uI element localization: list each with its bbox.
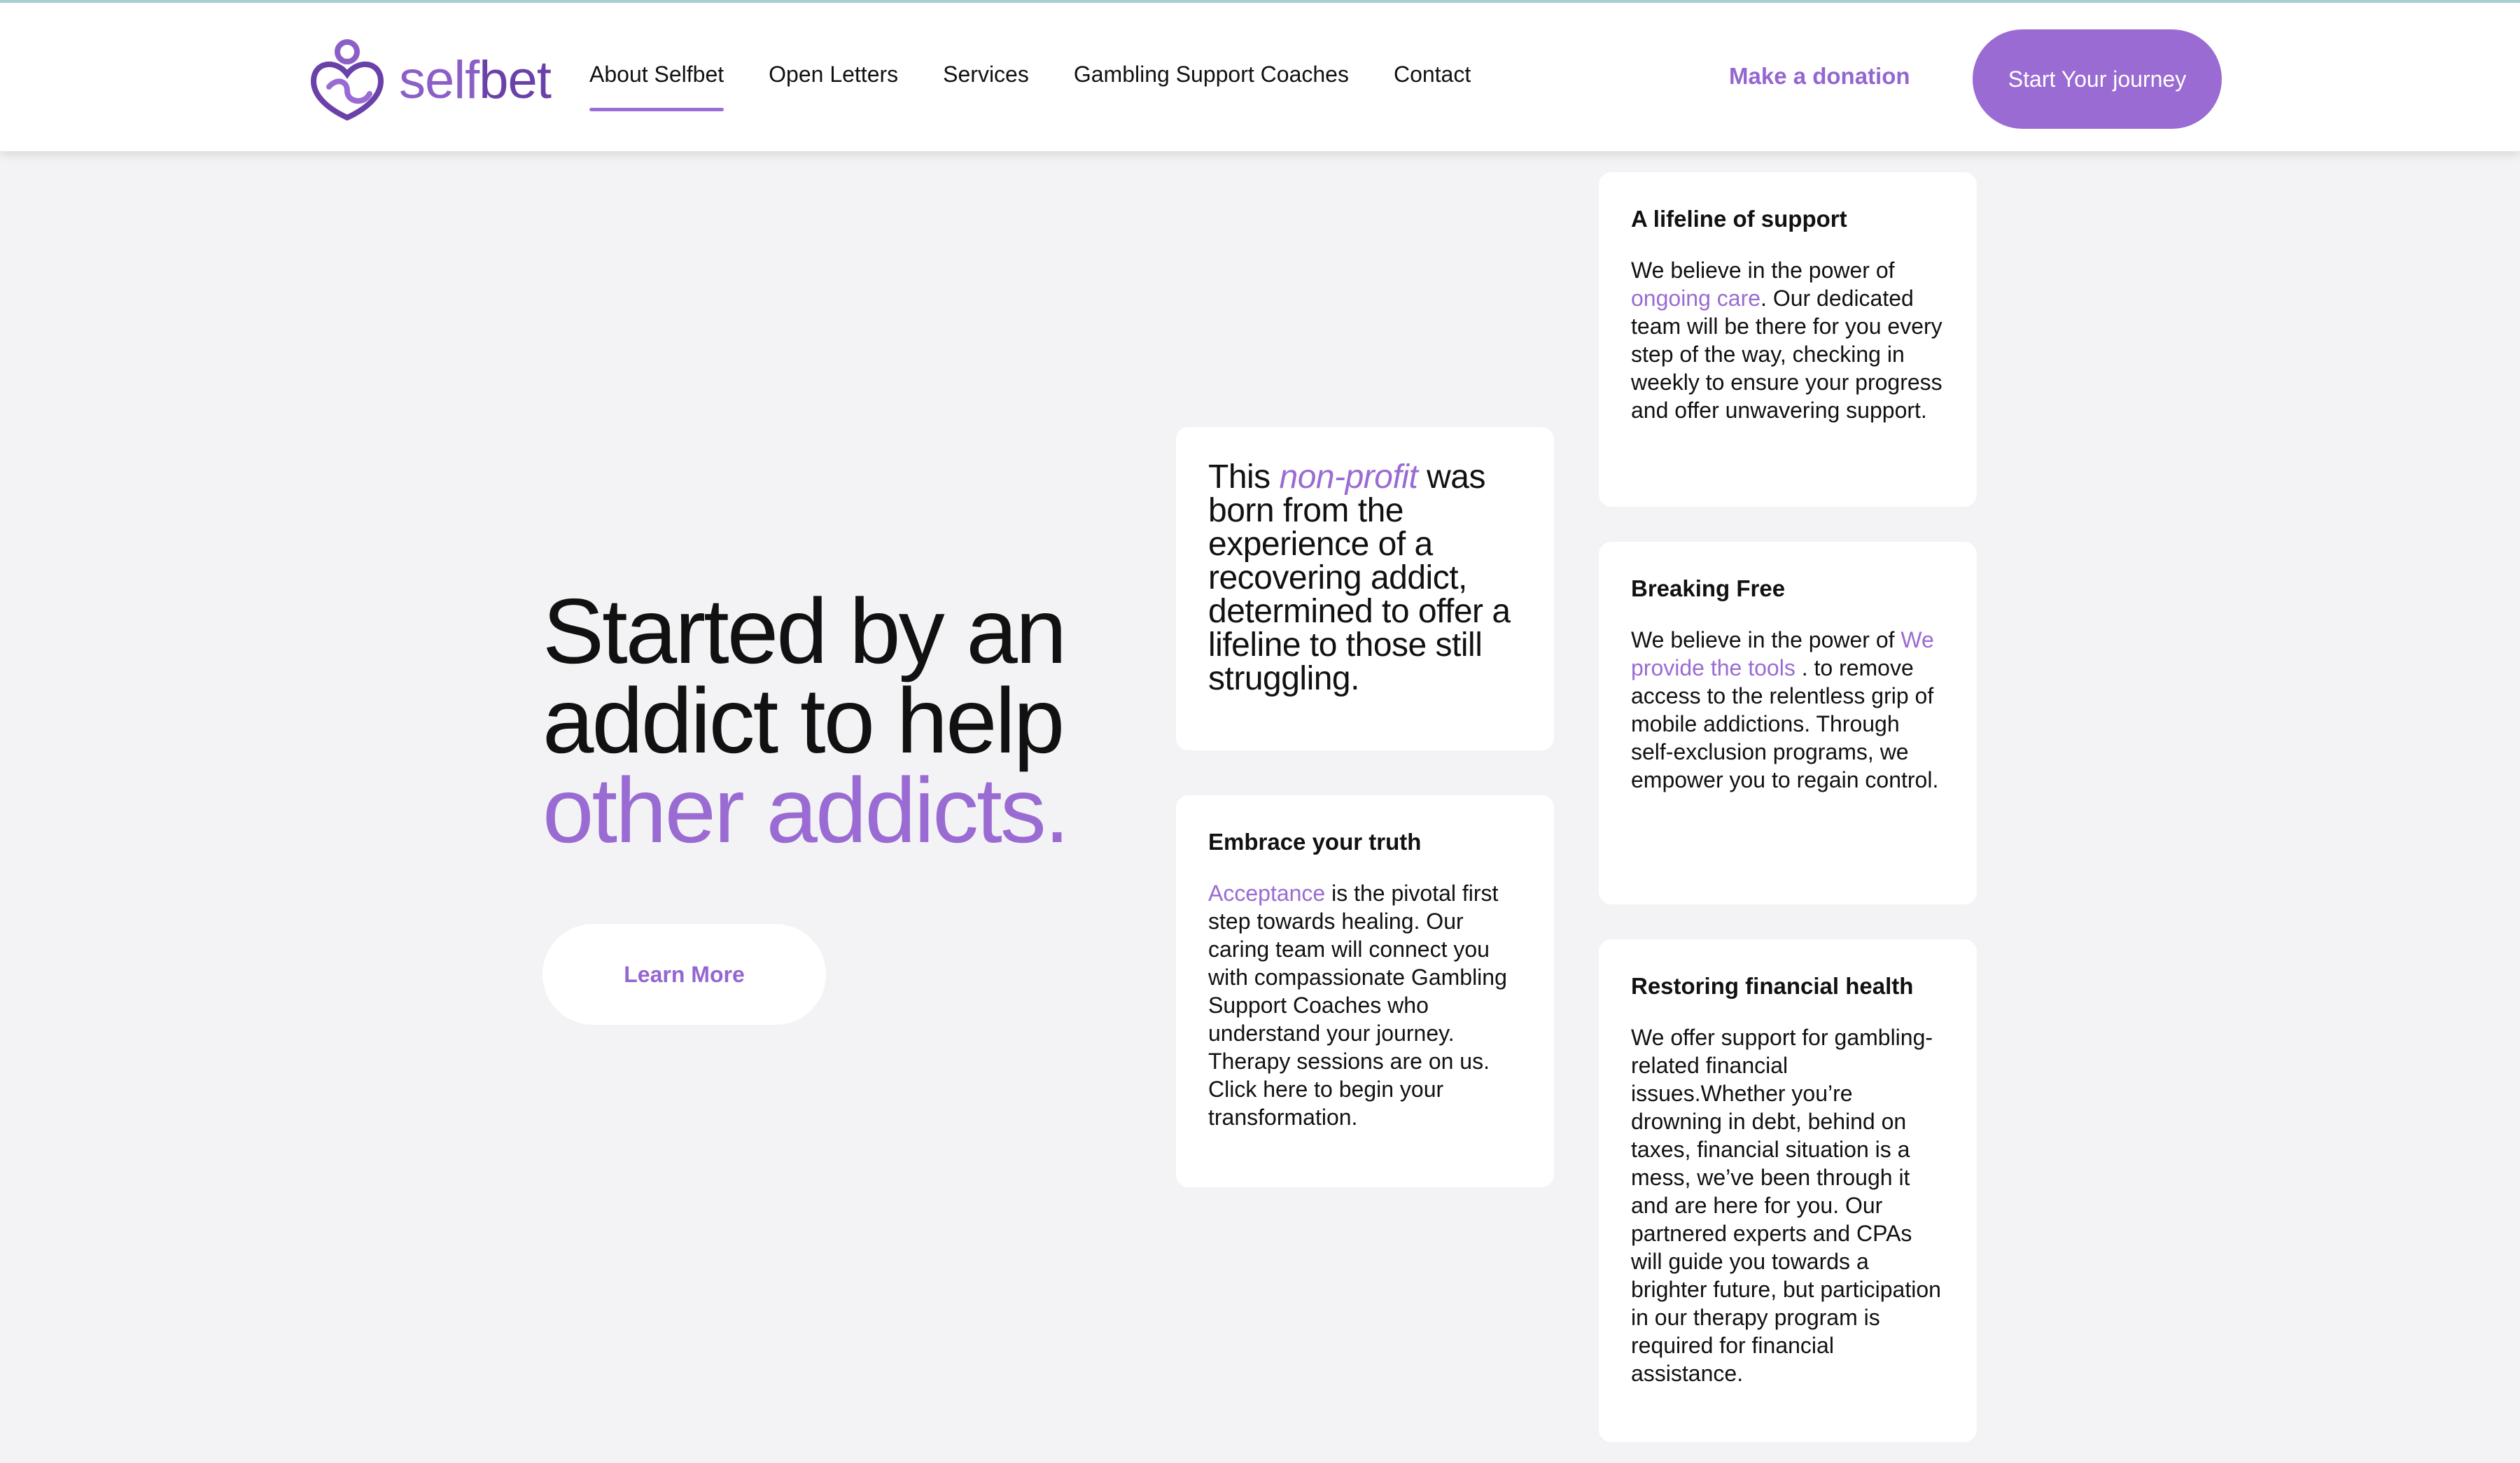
card-body: Acceptance is the pivotal first step tow… (1208, 881, 1507, 1130)
card-body: We offer support for gambling-related fi… (1631, 1025, 1941, 1386)
page-bottom (0, 1442, 2520, 1463)
hero-title: Started by an addict to help other addic… (542, 580, 1116, 862)
nav-contact[interactable]: Contact (1394, 62, 1471, 88)
card-title: Breaking Free (1631, 575, 1786, 601)
card-body: We believe in the power of ongoing care.… (1631, 258, 1942, 423)
financial-health-card: Restoring financial health We offer supp… (1599, 939, 1977, 1442)
site-header: selfbet About Selfbet Open Letters Servi… (0, 3, 2520, 151)
nav-services[interactable]: Services (943, 62, 1029, 88)
ongoing-care-link[interactable]: ongoing care (1631, 286, 1760, 311)
logo-wordmark: selfbet (399, 50, 552, 110)
card-title: A lifeline of support (1631, 206, 1847, 232)
breaking-free-card: Breaking Free We believe in the power of… (1599, 542, 1977, 904)
nonprofit-card: This non-profit was born from the experi… (1176, 427, 1554, 750)
nav-gambling-support-coaches[interactable]: Gambling Support Coaches (1074, 62, 1349, 88)
nav-about-selfbet[interactable]: About Selfbet (589, 62, 724, 111)
learn-more-button[interactable]: Learn More (542, 924, 826, 1025)
nonprofit-text: This non-profit was born from the experi… (1208, 458, 1511, 697)
hero-headline: Started by an addict to help other addic… (542, 580, 1116, 862)
acceptance-link[interactable]: Acceptance (1208, 881, 1325, 906)
make-donation-link[interactable]: Make a donation (1729, 63, 1910, 90)
selfbet-logo[interactable]: selfbet (308, 38, 552, 122)
card-title: Embrace your truth (1208, 829, 1422, 855)
main-nav: About Selfbet Open Letters Services Gamb… (589, 62, 1471, 111)
card-body: We believe in the power of We provide th… (1631, 627, 1939, 792)
nav-open-letters[interactable]: Open Letters (769, 62, 898, 88)
embrace-truth-card[interactable]: Embrace your truth Acceptance is the piv… (1176, 795, 1554, 1187)
hero-line-2: addict to help (542, 669, 1065, 772)
logo-heart-icon (310, 39, 384, 121)
card-title: Restoring financial health (1631, 973, 1914, 999)
start-journey-button[interactable]: Start Your journey (1973, 29, 2222, 129)
hero-line-1: Started by an (542, 580, 1067, 682)
hero-accent: other addicts. (542, 759, 1070, 862)
lifeline-card: A lifeline of support We believe in the … (1599, 172, 1977, 507)
